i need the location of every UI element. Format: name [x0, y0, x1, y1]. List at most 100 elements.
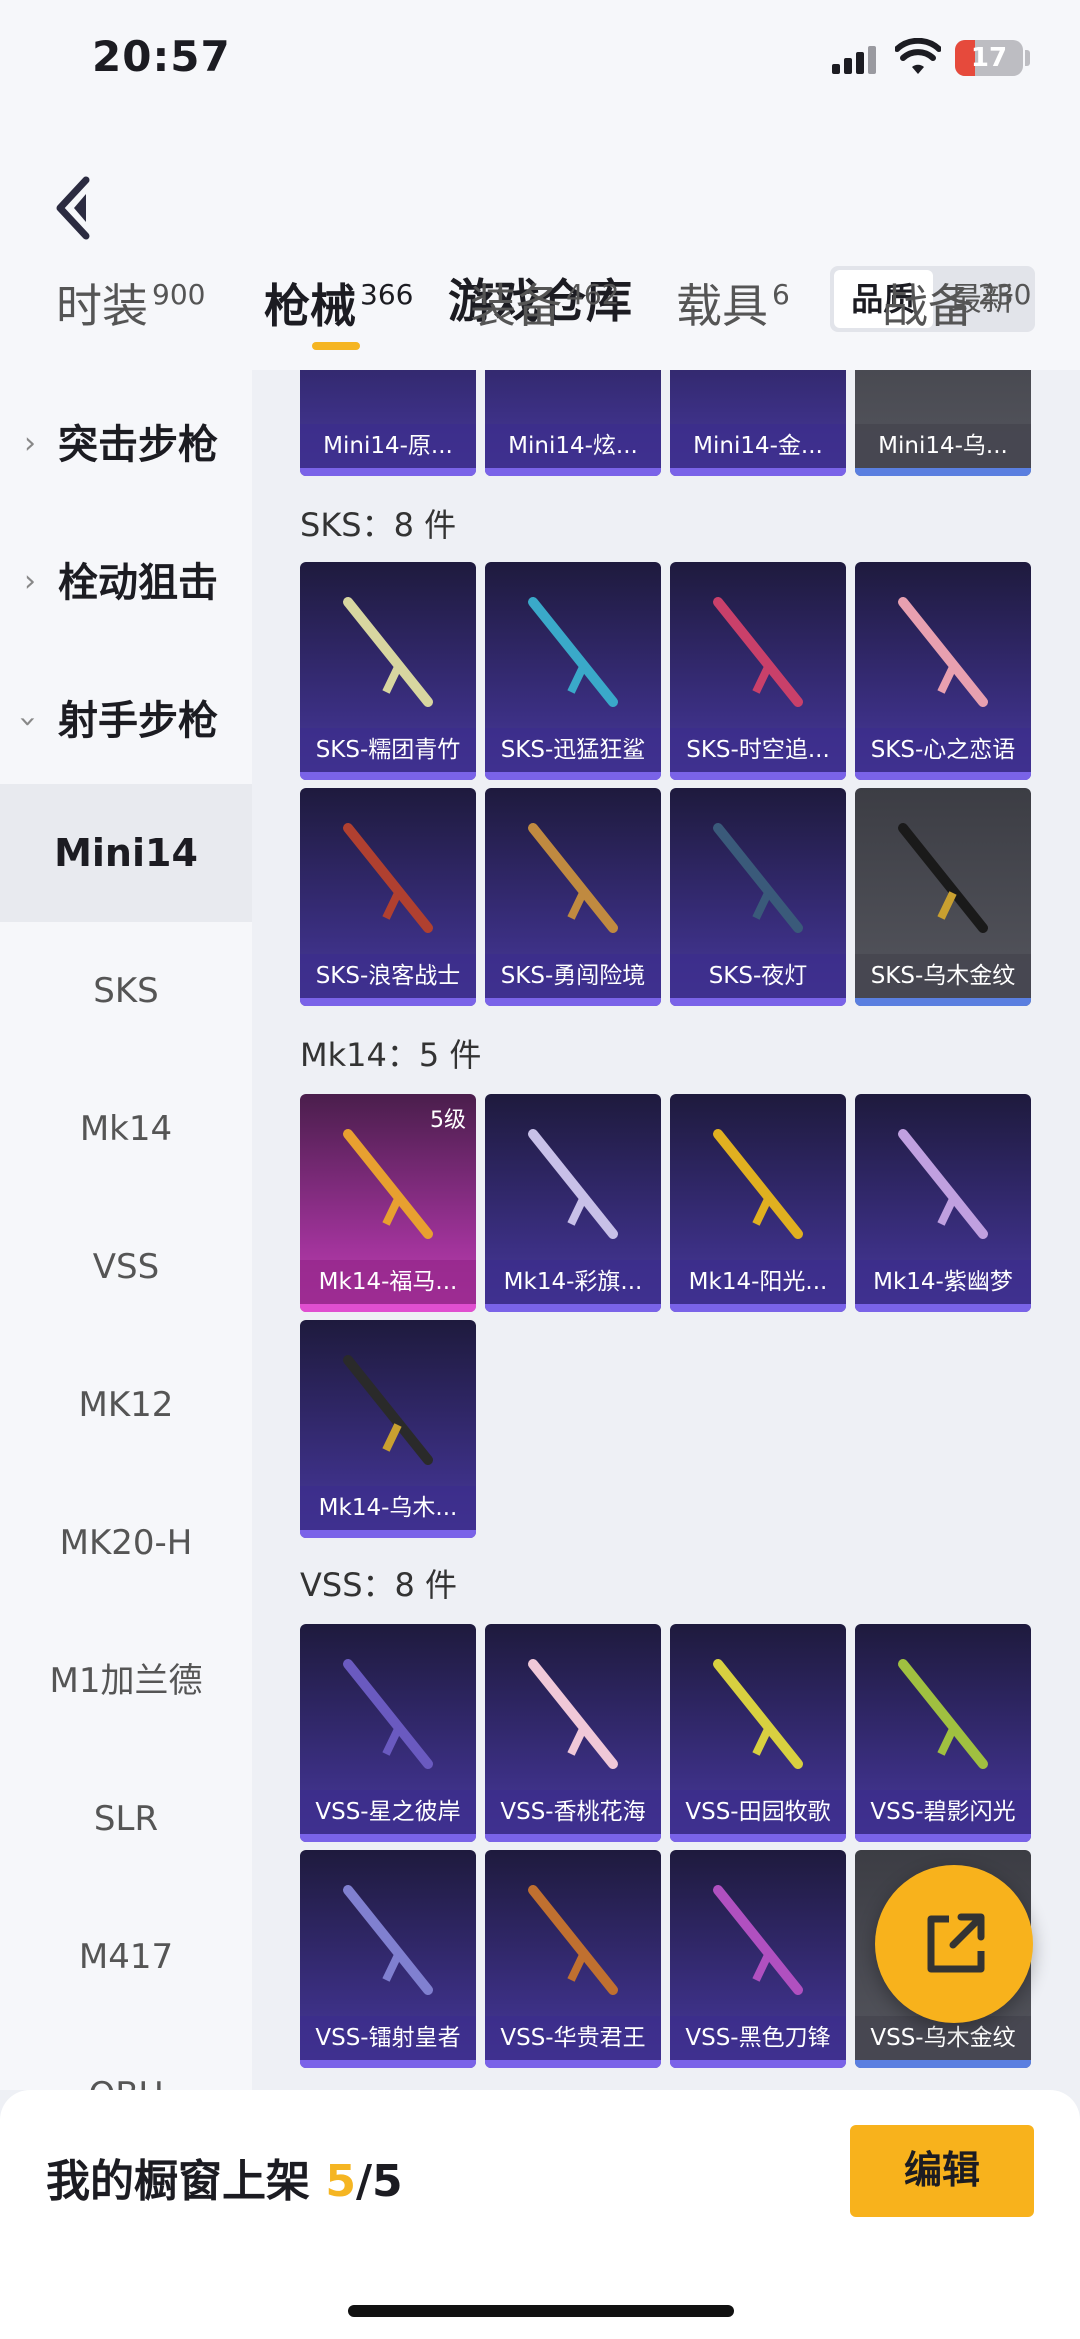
item-card[interactable]: SKS-迅猛狂鲨 — [485, 562, 661, 780]
item-card[interactable]: VSS-镭射皇者 — [300, 1850, 476, 2068]
tab-equipment[interactable]: 装备 462 — [470, 270, 619, 370]
tab-label: 载具 — [676, 279, 768, 333]
back-arrow-icon[interactable] — [50, 150, 110, 240]
item-card[interactable]: Mk14-彩旗... — [485, 1094, 661, 1312]
rifle-icon — [343, 1355, 433, 1465]
item-name: VSS-星之彼岸 — [300, 1790, 476, 1834]
sidebar-item-qbu[interactable]: QBU — [0, 2026, 252, 2090]
rarity-bar — [670, 2060, 846, 2068]
sidebar-item-m1-garand[interactable]: M1加兰德 — [0, 1612, 252, 1750]
item-name: Mini14-金... — [670, 424, 846, 468]
rarity-bar — [670, 468, 846, 476]
tab-label: 战备 — [882, 279, 974, 333]
rarity-bar — [485, 1834, 661, 1842]
rifle-icon — [528, 597, 618, 707]
share-button[interactable] — [875, 1865, 1033, 2023]
tab-vehicles[interactable]: 载具 6 — [676, 270, 790, 370]
item-name: SKS-糯团青竹 — [300, 728, 476, 772]
item-card[interactable]: Mini14-乌... — [855, 370, 1031, 476]
section-title-mk14: Mk14：5 件 — [300, 1036, 482, 1074]
sidebar-item-sks[interactable]: SKS — [0, 922, 252, 1060]
rarity-bar — [855, 468, 1031, 476]
tab-count: 462 — [566, 278, 620, 311]
home-indicator — [348, 2305, 734, 2317]
sidebar-item-vss[interactable]: VSS — [0, 1198, 252, 1336]
item-card[interactable]: VSS-香桃花海 — [485, 1624, 661, 1842]
rifle-icon — [898, 1129, 988, 1239]
rarity-bar — [300, 1304, 476, 1312]
rifle-icon — [528, 1129, 618, 1239]
item-card[interactable]: Mk14-阳光... — [670, 1094, 846, 1312]
item-card[interactable]: VSS-田园牧歌 — [670, 1624, 846, 1842]
tab-label: 时装 — [56, 279, 148, 333]
tab-guns[interactable]: 枪械 366 — [264, 270, 413, 370]
sidebar-item-slr[interactable]: SLR — [0, 1750, 252, 1888]
tab-supplies[interactable]: 战备 230 — [882, 270, 1031, 370]
item-name: VSS-黑色刀锋 — [670, 2016, 846, 2060]
item-card[interactable]: VSS-黑色刀锋 — [670, 1850, 846, 2068]
item-card[interactable]: SKS-勇闯险境 — [485, 788, 661, 1006]
rarity-bar — [300, 998, 476, 1006]
item-card[interactable]: Mk14-乌木... — [300, 1320, 476, 1538]
rarity-bar — [485, 998, 661, 1006]
item-name: VSS-镭射皇者 — [300, 2016, 476, 2060]
item-name: VSS-碧影闪光 — [855, 1790, 1031, 1834]
rifle-icon — [713, 823, 803, 933]
showcase-status: 我的橱窗上架 5/5 — [46, 2145, 403, 2209]
item-name: SKS-乌木金纹 — [855, 954, 1031, 998]
item-card[interactable]: SKS-乌木金纹 — [855, 788, 1031, 1006]
sidebar-item-mini14[interactable]: Mini14 — [0, 784, 252, 922]
rarity-bar — [485, 468, 661, 476]
item-card[interactable]: Mini14-金... — [670, 370, 846, 476]
sidebar-item-mk14[interactable]: Mk14 — [0, 1060, 252, 1198]
item-card[interactable]: SKS-浪客战士 — [300, 788, 476, 1006]
sidebar-category-assault-rifles[interactable]: › 突击步枪 — [0, 370, 252, 508]
rifle-icon — [898, 1659, 988, 1769]
item-card[interactable]: VSS-星之彼岸 — [300, 1624, 476, 1842]
sidebar-category-marksman-rifles[interactable]: › 射手步枪 — [0, 646, 252, 784]
item-card[interactable]: SKS-心之恋语 — [855, 562, 1031, 780]
rifle-icon — [713, 1659, 803, 1769]
sidebar-category-bolt-snipers[interactable]: › 栓动狙击 — [0, 508, 252, 646]
signal-icon — [832, 42, 880, 74]
sidebar-category-label: 突击步枪 — [58, 422, 218, 468]
item-name: Mk14-彩旗... — [485, 1260, 661, 1304]
item-card[interactable]: SKS-糯团青竹 — [300, 562, 476, 780]
tab-count: 230 — [978, 278, 1032, 311]
sidebar-item-mk12[interactable]: MK12 — [0, 1336, 252, 1474]
item-name: Mk14-阳光... — [670, 1260, 846, 1304]
rarity-bar — [855, 2060, 1031, 2068]
rifle-icon — [528, 1885, 618, 1995]
chevron-right-icon: › — [24, 426, 36, 461]
rarity-bar — [300, 772, 476, 780]
item-card[interactable]: Mini14-原... — [300, 370, 476, 476]
rifle-icon — [898, 597, 988, 707]
rarity-bar — [670, 1834, 846, 1842]
item-name: Mk14-紫幽梦 — [855, 1260, 1031, 1304]
rarity-bar — [485, 1304, 661, 1312]
item-card[interactable]: VSS-华贵君王 — [485, 1850, 661, 2068]
item-card[interactable]: SKS-时空追... — [670, 562, 846, 780]
rifle-icon — [713, 1129, 803, 1239]
rarity-bar — [300, 1530, 476, 1538]
item-card[interactable]: VSS-碧影闪光 — [855, 1624, 1031, 1842]
tab-fashion[interactable]: 时装 900 — [56, 270, 205, 370]
sidebar-item-mk20h[interactable]: MK20-H — [0, 1474, 252, 1612]
item-card[interactable]: SKS-夜灯 — [670, 788, 846, 1006]
rarity-bar — [855, 1304, 1031, 1312]
item-name: SKS-夜灯 — [670, 954, 846, 998]
item-card[interactable]: Mk14-紫幽梦 — [855, 1094, 1031, 1312]
sidebar-category-label: 栓动狙击 — [58, 560, 218, 606]
active-tab-indicator — [312, 342, 360, 350]
status-time: 20:57 — [92, 32, 231, 81]
item-card[interactable]: Mini14-炫... — [485, 370, 661, 476]
item-card[interactable]: 5级 Mk14-福马... — [300, 1094, 476, 1312]
item-name: VSS-华贵君王 — [485, 2016, 661, 2060]
rifle-icon — [343, 1129, 433, 1239]
rarity-bar — [670, 772, 846, 780]
tab-count: 366 — [360, 278, 414, 311]
edit-button[interactable]: 编辑 — [850, 2125, 1034, 2217]
rifle-icon — [528, 823, 618, 933]
sidebar-item-m417[interactable]: M417 — [0, 1888, 252, 2026]
chevron-right-icon: › — [24, 564, 36, 599]
